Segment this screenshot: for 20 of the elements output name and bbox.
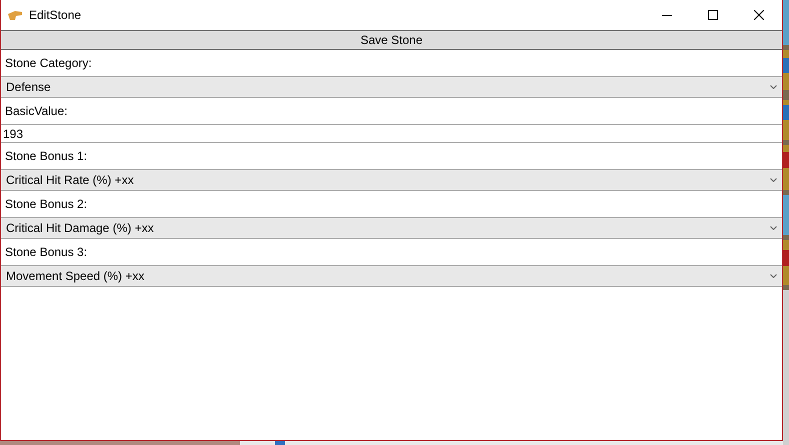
chevron-icon [770,274,777,278]
field-label: Stone Category: [5,55,92,72]
minimize-icon [662,14,672,16]
dropdown[interactable]: Defense [1,76,782,98]
field-label: BasicValue: [5,103,68,120]
dropdown[interactable]: Critical Hit Rate (%) +xx [1,169,782,191]
input-field[interactable]: 193 [1,124,782,143]
field-label: Stone Bonus 3: [5,244,88,261]
maximize-icon [708,10,718,20]
window-title: EditStone [29,7,82,24]
field-label: Stone Bonus 1: [5,148,88,165]
save-button[interactable]: Save Stone [1,30,782,50]
dropdown[interactable]: Critical Hit Damage (%) +xx [1,217,782,239]
chevron-icon [770,85,777,89]
dropdown[interactable]: Movement Speed (%) +xx [1,265,782,287]
field-label: Stone Bonus 2: [5,196,88,213]
close-icon [754,10,764,20]
chevron-icon [770,226,777,230]
chevron-icon [770,178,777,182]
hand-icon [7,8,23,22]
